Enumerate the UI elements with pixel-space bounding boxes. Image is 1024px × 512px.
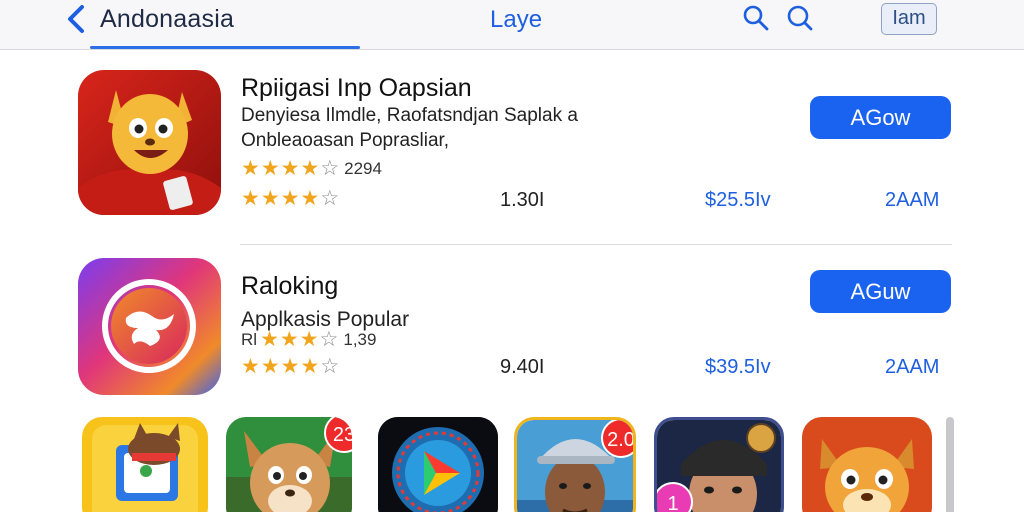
star-full-icon: ★ bbox=[241, 355, 260, 378]
star-full-icon: ★ bbox=[300, 157, 320, 180]
back-label: Andonaasia bbox=[100, 4, 235, 33]
tab-underline bbox=[90, 46, 360, 49]
app-icon[interactable] bbox=[78, 70, 221, 215]
app-price: $25.5Iv bbox=[705, 189, 771, 211]
man-portrait-icon[interactable]: 2.0 bbox=[514, 417, 636, 512]
app-size: 1.30I bbox=[500, 189, 545, 211]
get-button[interactable]: AGow bbox=[810, 96, 951, 139]
app-name[interactable]: Rpiigasi Inp Oapsian bbox=[241, 74, 472, 103]
star-full-icon: ★ bbox=[279, 328, 299, 351]
folder-mascot-icon[interactable] bbox=[82, 417, 208, 512]
star-full-icon: ★ bbox=[299, 328, 319, 351]
app-subtitle: Onbleaoasan Poprasliar, bbox=[241, 130, 450, 151]
star-empty-icon: ☆ bbox=[319, 328, 339, 351]
star-full-icon: ★ bbox=[300, 187, 320, 210]
deer-mascot-icon[interactable]: 23 bbox=[226, 417, 352, 512]
star-rating: ★ ★ ★ ★ ☆ bbox=[241, 356, 339, 377]
back-button[interactable]: Andonaasia bbox=[64, 2, 234, 36]
star-full-icon: ★ bbox=[280, 187, 300, 210]
rating-count: 2294 bbox=[344, 158, 382, 178]
app-subtitle: Denyiesa Ilmdle, Raofatsndjan Saplak a bbox=[241, 105, 578, 126]
star-full-icon: ★ bbox=[241, 157, 260, 180]
star-full-icon: ★ bbox=[280, 355, 300, 378]
squirrel-mascot-icon[interactable] bbox=[802, 417, 932, 512]
star-empty-icon: ☆ bbox=[320, 157, 340, 180]
app-icon[interactable] bbox=[78, 258, 221, 395]
camera-swirl-icon bbox=[78, 258, 221, 395]
star-full-icon: ★ bbox=[260, 328, 279, 351]
app-time: 2AAM bbox=[885, 356, 940, 378]
star-full-icon: ★ bbox=[241, 187, 260, 210]
app-row[interactable]: Rpiigasi Inp Oapsian Denyiesa Ilmdle, Ra… bbox=[0, 62, 1024, 222]
rating-count: 1,39 bbox=[343, 329, 377, 349]
app-row[interactable]: Raloking Applkasis Popular Rl ★ ★ ★ ☆ 1,… bbox=[0, 250, 1024, 410]
get-button[interactable]: AGuw bbox=[810, 270, 951, 313]
chevron-left-icon bbox=[68, 5, 84, 33]
app-time: 2AAM bbox=[885, 189, 940, 211]
star-full-icon: ★ bbox=[260, 187, 280, 210]
nav-action-button[interactable]: Iam bbox=[881, 3, 937, 35]
star-full-icon: ★ bbox=[300, 355, 320, 378]
star-full-icon: ★ bbox=[280, 157, 300, 180]
pilot-portrait-icon[interactable]: 1 bbox=[654, 417, 784, 512]
star-full-icon: ★ bbox=[260, 355, 280, 378]
star-rating: ★ ★ ★ ★ ☆ 2294 bbox=[241, 158, 382, 179]
navigation-bar: Andonaasia Laye Iam bbox=[0, 0, 1024, 50]
search-icon[interactable] bbox=[786, 4, 814, 32]
star-empty-icon: ☆ bbox=[320, 355, 340, 378]
star-full-icon: ★ bbox=[260, 157, 280, 180]
app-size: 9.40I bbox=[500, 356, 545, 378]
fox-mascot-icon bbox=[78, 70, 221, 215]
star-empty-icon: ☆ bbox=[320, 187, 340, 210]
partial-icon bbox=[946, 417, 954, 512]
nav-title: Laye bbox=[490, 6, 543, 33]
play-compass-icon[interactable] bbox=[378, 417, 498, 512]
star-rating: ★ ★ ★ ★ ☆ bbox=[241, 188, 339, 209]
row-divider bbox=[240, 244, 952, 245]
notification-badge: 2.0 bbox=[601, 420, 633, 458]
rating-prefix: Rl bbox=[241, 329, 258, 349]
app-price: $39.5Iv bbox=[705, 356, 771, 378]
app-name[interactable]: Raloking bbox=[241, 272, 338, 301]
search-icon[interactable] bbox=[742, 4, 770, 32]
star-rating: Rl ★ ★ ★ ☆ 1,39 bbox=[241, 329, 376, 350]
